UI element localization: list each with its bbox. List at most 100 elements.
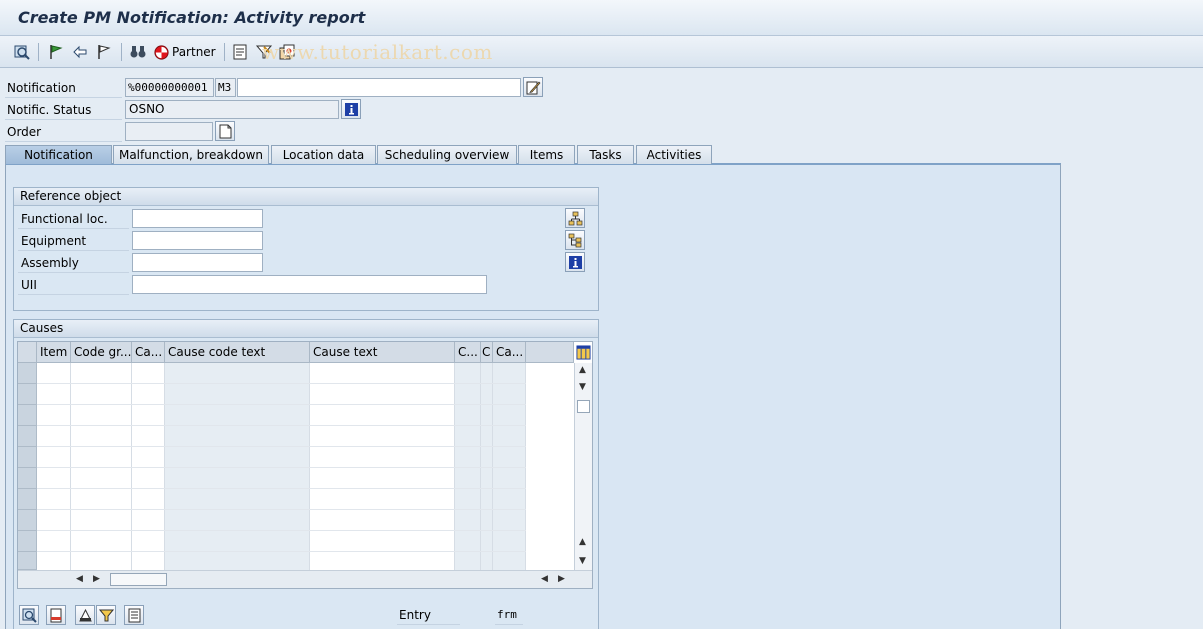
- label-underline: [18, 272, 129, 273]
- window-title: Create PM Notification: Activity report: [18, 8, 366, 27]
- scroll-left-end-icon[interactable]: ◀: [541, 574, 548, 584]
- functional-loc-label: Functional loc.: [21, 212, 108, 226]
- column-header-filler: [526, 342, 574, 363]
- detail-view-icon[interactable]: [19, 605, 39, 625]
- structure-list-icon[interactable]: [565, 230, 585, 250]
- flag-return-icon[interactable]: [70, 42, 90, 62]
- scroll-thumb[interactable]: [577, 400, 590, 413]
- tab-malfunction-breakdown[interactable]: Malfunction, breakdown: [113, 145, 269, 164]
- hscroll-thumb[interactable]: [110, 573, 167, 586]
- column-header-ca[interactable]: Ca...: [493, 342, 526, 363]
- tab-notification[interactable]: Notification: [5, 145, 112, 164]
- table-row: [37, 404, 526, 405]
- reference-object-title: Reference object: [14, 188, 598, 206]
- scroll-right-icon[interactable]: ▶: [93, 574, 100, 584]
- row-selector[interactable]: [18, 384, 37, 405]
- functional-loc-input[interactable]: [132, 209, 263, 228]
- row-selector[interactable]: [18, 489, 37, 510]
- causes-table: Item Code gr... Ca... Cause code text Ca…: [17, 341, 593, 589]
- label-underline: [397, 624, 460, 625]
- column-header-c1[interactable]: C...: [455, 342, 481, 363]
- scroll-right-end-icon[interactable]: ▶: [558, 574, 565, 584]
- partner-label: Partner: [172, 45, 216, 59]
- horizontal-scrollbar[interactable]: ◀ ▶ ◀ ▶: [18, 570, 592, 588]
- scroll-left-icon[interactable]: ◀: [76, 574, 83, 584]
- table-settings-icon[interactable]: [574, 343, 592, 361]
- row-selector[interactable]: [18, 426, 37, 447]
- column-header-code-group[interactable]: Code gr...: [71, 342, 132, 363]
- uii-input[interactable]: [132, 275, 487, 294]
- vertical-scrollbar[interactable]: ▲ ▼ ▲ ▼: [574, 363, 592, 574]
- row-selector[interactable]: [18, 531, 37, 552]
- entry-label: Entry: [399, 608, 431, 622]
- text-document-icon[interactable]: [124, 605, 144, 625]
- partner-button[interactable]: Partner: [153, 42, 217, 62]
- create-order-icon[interactable]: [215, 121, 235, 141]
- tab-location-data[interactable]: Location data: [271, 145, 376, 164]
- label-underline: [5, 141, 122, 142]
- object-info-icon[interactable]: [565, 252, 585, 272]
- table-row: [37, 509, 526, 510]
- toolbar-separator: [38, 43, 39, 61]
- sap-screen: Create PM Notification: Activity report …: [0, 0, 1203, 629]
- status-field: OSNO: [125, 100, 339, 119]
- document-list-icon[interactable]: [230, 42, 250, 62]
- row-selector[interactable]: [18, 447, 37, 468]
- label-underline: [495, 624, 523, 625]
- tab-tasks[interactable]: Tasks: [577, 145, 634, 164]
- row-selector[interactable]: [18, 510, 37, 531]
- row-selector[interactable]: [18, 552, 37, 570]
- entry-value: frm: [497, 608, 517, 621]
- label-underline: [18, 228, 129, 229]
- label-underline: [18, 294, 129, 295]
- column-header-c2[interactable]: C: [481, 342, 493, 363]
- order-label: Order: [7, 125, 42, 139]
- table-row: [37, 425, 526, 426]
- scroll-up-icon[interactable]: ▲: [579, 365, 586, 375]
- assembly-label: Assembly: [21, 256, 79, 270]
- flag-green-icon[interactable]: [46, 42, 66, 62]
- tab-items[interactable]: Items: [518, 145, 575, 164]
- notification-number-field: %00000000001: [125, 78, 214, 97]
- application-toolbar: Partner: [0, 36, 1203, 68]
- row-selector[interactable]: [18, 405, 37, 426]
- row-selector[interactable]: [18, 468, 37, 489]
- uii-label: UII: [21, 278, 37, 292]
- select-all-corner[interactable]: [18, 342, 37, 363]
- tab-scheduling-overview[interactable]: Scheduling overview: [377, 145, 517, 164]
- display-change-icon[interactable]: [12, 42, 32, 62]
- row-selector[interactable]: [18, 363, 37, 384]
- binoculars-icon[interactable]: [128, 42, 148, 62]
- table-row: [37, 551, 526, 552]
- equipment-input[interactable]: [132, 231, 263, 250]
- column-header-cause-code-text[interactable]: Cause code text: [165, 342, 310, 363]
- equipment-label: Equipment: [21, 234, 87, 248]
- toolbar-separator: [121, 43, 122, 61]
- tab-activities[interactable]: Activities: [636, 145, 712, 164]
- filter-icon[interactable]: [96, 605, 116, 625]
- notification-label: Notification: [7, 81, 76, 95]
- sort-icon[interactable]: [75, 605, 95, 625]
- column-header-cause-code[interactable]: Ca...: [132, 342, 165, 363]
- toolbar-separator: [224, 43, 225, 61]
- column-header-item[interactable]: Item: [37, 342, 71, 363]
- notification-type-field: M3: [215, 78, 236, 97]
- table-row: [37, 530, 526, 531]
- column-header-cause-text[interactable]: Cause text: [310, 342, 455, 363]
- scroll-down-page-icon[interactable]: ▼: [579, 382, 586, 392]
- status-label: Notific. Status: [7, 103, 92, 117]
- scroll-down-icon[interactable]: ▼: [579, 556, 586, 566]
- long-text-edit-icon[interactable]: [523, 77, 543, 97]
- delete-row-icon[interactable]: [46, 605, 66, 625]
- label-underline: [18, 250, 129, 251]
- label-underline: [5, 97, 122, 98]
- watermark-text: www.tutorialkart.com: [262, 40, 493, 64]
- flag-outline-icon[interactable]: [94, 42, 114, 62]
- label-underline: [5, 119, 122, 120]
- structure-tree-icon[interactable]: [565, 208, 585, 228]
- status-info-icon[interactable]: [341, 99, 361, 119]
- assembly-input[interactable]: [132, 253, 263, 272]
- notification-description-input[interactable]: [237, 78, 521, 97]
- order-field: [125, 122, 213, 141]
- scroll-up-page-icon[interactable]: ▲: [579, 537, 586, 547]
